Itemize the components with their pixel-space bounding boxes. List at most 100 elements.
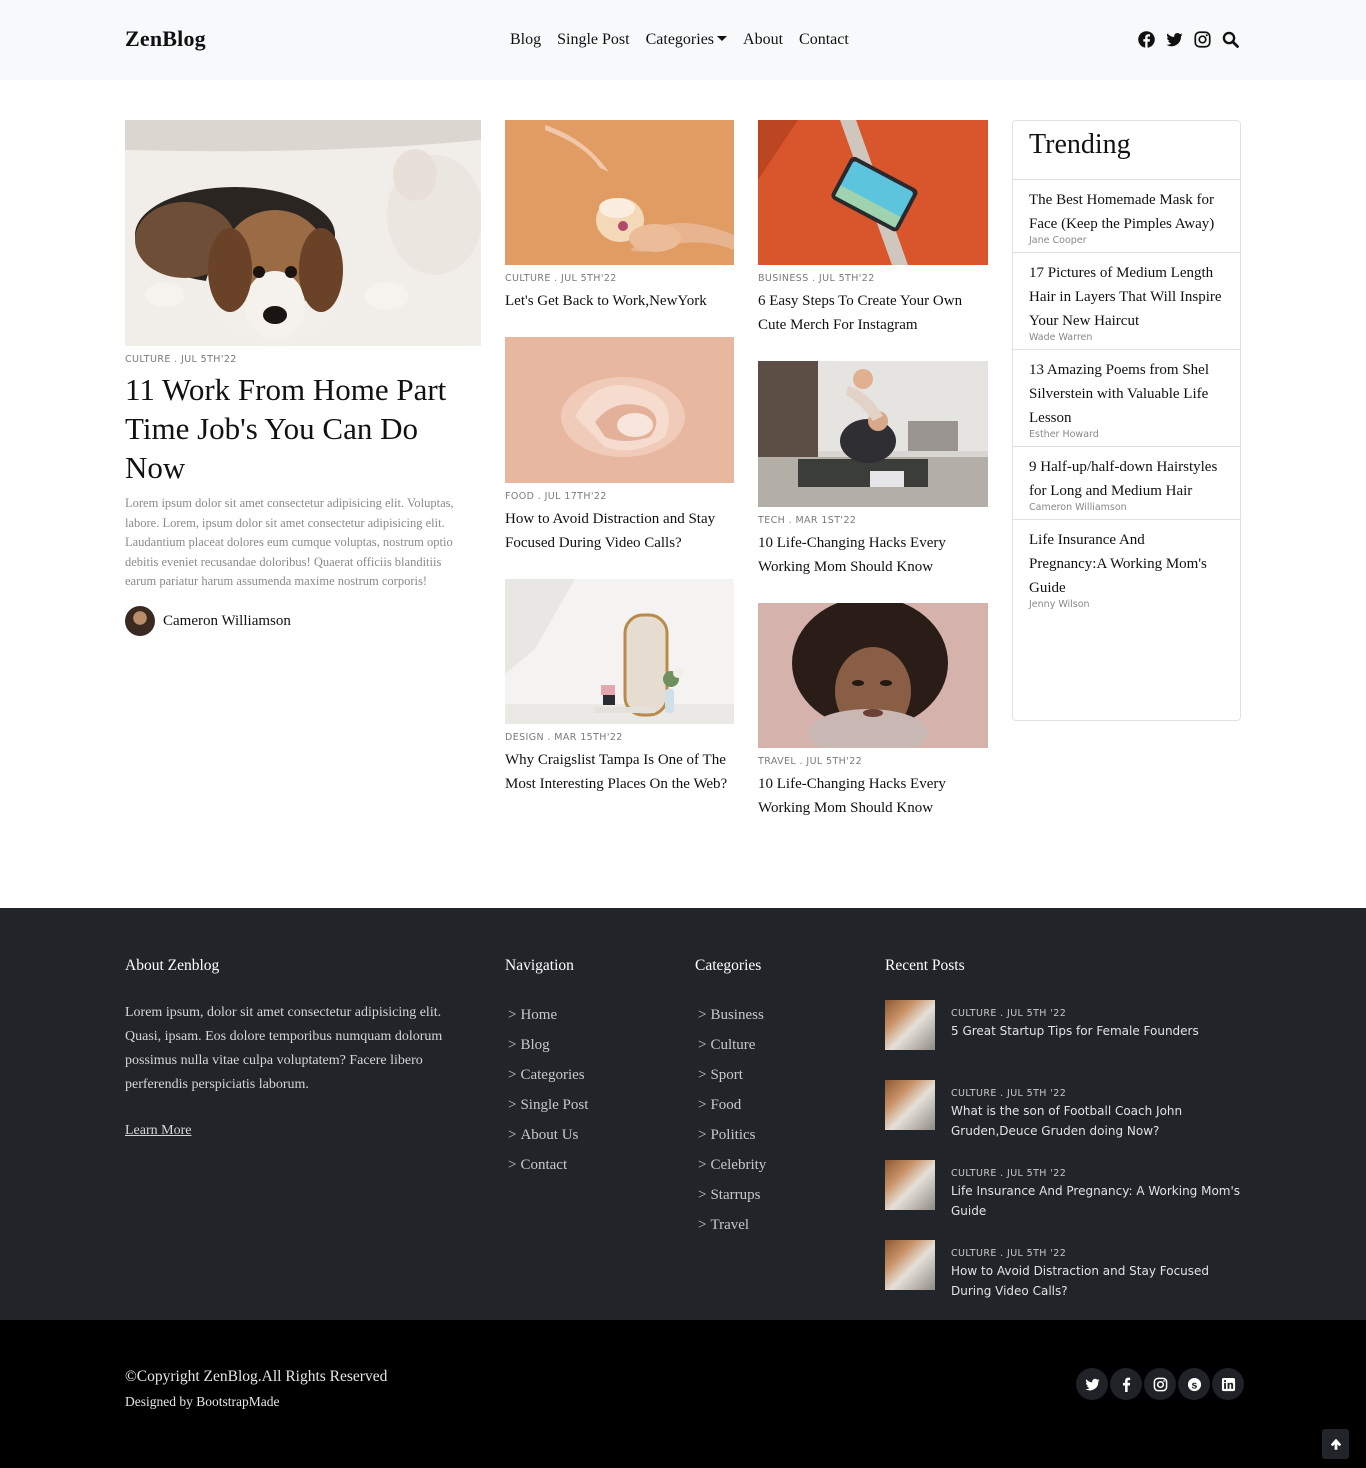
- post-title[interactable]: 10 Life-Changing Hacks Every Working Mom…: [758, 772, 988, 820]
- facebook-icon[interactable]: [1110, 1368, 1142, 1400]
- trending-item-title: Life Insurance And Pregnancy:A Working M…: [1029, 532, 1207, 596]
- site-header: ZenBlog Blog Single Post Categories Abou…: [0, 0, 1366, 80]
- footer-category-link[interactable]: > Sport: [698, 1060, 766, 1090]
- footer-about-heading: About Zenblog: [125, 957, 220, 974]
- footer-categories-heading: Categories: [695, 957, 762, 974]
- footer-nav-link[interactable]: > Blog: [508, 1030, 588, 1060]
- footer-category-link[interactable]: > Celebrity: [698, 1150, 766, 1180]
- post-meta: CULTURE . JUL 5TH'22: [505, 273, 617, 284]
- recent-post-title: How to Avoid Distraction and Stay Focuse…: [951, 1264, 1210, 1298]
- search-icon[interactable]: [1222, 31, 1239, 48]
- post-image-portrait[interactable]: [758, 603, 988, 748]
- linkedin-icon[interactable]: [1212, 1368, 1244, 1400]
- cupcake-hands-illustration: [505, 120, 734, 265]
- post-image-mirror[interactable]: [505, 579, 734, 724]
- facebook-icon[interactable]: [1138, 31, 1155, 48]
- nav-blog[interactable]: Blog: [510, 30, 541, 50]
- footer-about-text: Lorem ipsum, dolor sit amet consectetur …: [125, 1005, 443, 1092]
- trending-item[interactable]: 17 Pictures of Medium Length Hair in Lay…: [1013, 253, 1240, 350]
- post-image-mom[interactable]: [758, 361, 988, 507]
- footer-category-link[interactable]: > Food: [698, 1090, 766, 1120]
- working-mom-illustration: [758, 361, 988, 507]
- trending-item-title: 9 Half-up/half-down Hairstyles for Long …: [1029, 459, 1218, 499]
- post-meta: TECH . MAR 1ST'22: [758, 515, 857, 526]
- trending-item[interactable]: Life Insurance And Pregnancy:A Working M…: [1013, 520, 1240, 616]
- post-title[interactable]: 6 Easy Steps To Create Your Own Cute Mer…: [758, 289, 988, 337]
- recent-post-title: Life Insurance And Pregnancy: A Working …: [951, 1184, 1241, 1218]
- nav-about[interactable]: About: [743, 30, 783, 50]
- nav-contact[interactable]: Contact: [799, 30, 849, 50]
- twitter-icon[interactable]: [1076, 1368, 1108, 1400]
- footer-bottom-bar: ©Copyright ZenBlog.All Rights Reserved D…: [0, 1320, 1366, 1468]
- post-image-tablet[interactable]: [758, 120, 988, 265]
- recent-post-thumbnail: [885, 1080, 935, 1130]
- abstract-shape-illustration: [505, 337, 734, 483]
- nav-single-post[interactable]: Single Post: [557, 30, 629, 50]
- footer-category-link[interactable]: > Culture: [698, 1030, 766, 1060]
- portrait-illustration: [758, 603, 988, 748]
- scroll-to-top-button[interactable]: [1322, 1429, 1349, 1459]
- recent-post-title: 5 Great Startup Tips for Female Founders: [951, 1024, 1199, 1038]
- trending-panel: Trending The Best Homemade Mask for Face…: [1012, 120, 1241, 721]
- footer-categories-list: > Business > Culture > Sport > Food > Politic…: [698, 1000, 766, 1240]
- post-meta: BUSINESS . JUL 5TH'22: [758, 273, 875, 284]
- recent-post-meta: CULTURE . JUL 5TH '22: [951, 1248, 1067, 1259]
- footer-nav-link[interactable]: > Home: [508, 1000, 588, 1030]
- recent-post-meta: CULTURE . JUL 5TH '22: [951, 1168, 1067, 1179]
- recent-post-title: What is the son of Football Coach John G…: [951, 1104, 1183, 1138]
- mirror-room-illustration: [505, 579, 734, 724]
- instagram-icon[interactable]: [1144, 1368, 1176, 1400]
- trending-item-title: 13 Amazing Poems from Shel Silverstein w…: [1029, 362, 1209, 426]
- footer-category-link[interactable]: > Starrups: [698, 1180, 766, 1210]
- twitter-icon[interactable]: [1166, 31, 1183, 48]
- recent-post-thumbnail: [885, 1160, 935, 1210]
- trending-heading: Trending: [1013, 121, 1240, 180]
- footer-nav-link[interactable]: > Contact: [508, 1150, 588, 1180]
- hero-post-author[interactable]: Cameron Williamson: [125, 606, 291, 636]
- designed-by-text: Designed by BootstrapMade: [125, 1394, 280, 1409]
- post-image-abstract[interactable]: [505, 337, 734, 483]
- header-icons: [1138, 31, 1239, 48]
- site-logo[interactable]: ZenBlog: [125, 26, 206, 52]
- post-title[interactable]: How to Avoid Distraction and Stay Focuse…: [505, 507, 734, 555]
- trending-item-author: Jane Cooper: [1029, 235, 1087, 246]
- trending-item[interactable]: The Best Homemade Mask for Face (Keep th…: [1013, 180, 1240, 253]
- post-meta: DESIGN . MAR 15TH'22: [505, 732, 623, 743]
- trending-item-author: Cameron Williamson: [1029, 502, 1127, 513]
- trending-item[interactable]: 13 Amazing Poems from Shel Silverstein w…: [1013, 350, 1240, 447]
- nav-categories-label: Categories: [645, 31, 715, 48]
- trending-item-author: Wade Warren: [1029, 332, 1093, 343]
- footer-category-link[interactable]: > Politics: [698, 1120, 766, 1150]
- hero-post-title[interactable]: 11 Work From Home Part Time Job's You Ca…: [125, 370, 481, 487]
- post-image-cupcake[interactable]: [505, 120, 734, 265]
- skype-icon[interactable]: [1178, 1368, 1210, 1400]
- trending-item-title: The Best Homemade Mask for Face (Keep th…: [1029, 192, 1215, 232]
- hero-post-image[interactable]: [125, 120, 481, 346]
- learn-more-link[interactable]: Learn More: [125, 1123, 191, 1139]
- trending-item-title: 17 Pictures of Medium Length Hair in Lay…: [1029, 265, 1222, 329]
- post-meta: FOOD . JUL 17TH'22: [505, 491, 607, 502]
- footer-nav-link[interactable]: > Single Post: [508, 1090, 588, 1120]
- recent-post-meta: CULTURE . JUL 5TH '22: [951, 1008, 1067, 1019]
- tablet-court-illustration: [758, 120, 988, 265]
- footer-category-link[interactable]: > Travel: [698, 1210, 766, 1240]
- footer-nav-link[interactable]: > Categories: [508, 1060, 588, 1090]
- nav-categories[interactable]: Categories: [645, 30, 728, 50]
- hero-post-meta: CULTURE . JUL 5TH'22: [125, 354, 237, 365]
- recent-post-meta: CULTURE . JUL 5TH '22: [951, 1088, 1067, 1099]
- recent-post-thumbnail: [885, 1240, 935, 1290]
- post-title[interactable]: 10 Life-Changing Hacks Every Working Mom…: [758, 531, 988, 579]
- post-meta: TRAVEL . JUL 5TH'22: [758, 756, 863, 767]
- footer-nav-link[interactable]: > About Us: [508, 1120, 588, 1150]
- post-title[interactable]: Let's Get Back to Work,NewYork: [505, 289, 734, 313]
- post-title[interactable]: Why Craigslist Tampa Is One of The Most …: [505, 748, 734, 796]
- footer-category-link[interactable]: > Business: [698, 1000, 766, 1030]
- trending-item-author: Esther Howard: [1029, 429, 1099, 440]
- arrow-up-icon: [1330, 1438, 1341, 1450]
- avatar: [125, 606, 155, 636]
- trending-item[interactable]: 9 Half-up/half-down Hairstyles for Long …: [1013, 447, 1240, 520]
- instagram-icon[interactable]: [1194, 31, 1211, 48]
- footer-recent-heading: Recent Posts: [885, 957, 965, 974]
- site-footer: About Zenblog Lorem ipsum, dolor sit ame…: [0, 908, 1366, 1320]
- main-nav: Blog Single Post Categories About Contac…: [510, 30, 849, 50]
